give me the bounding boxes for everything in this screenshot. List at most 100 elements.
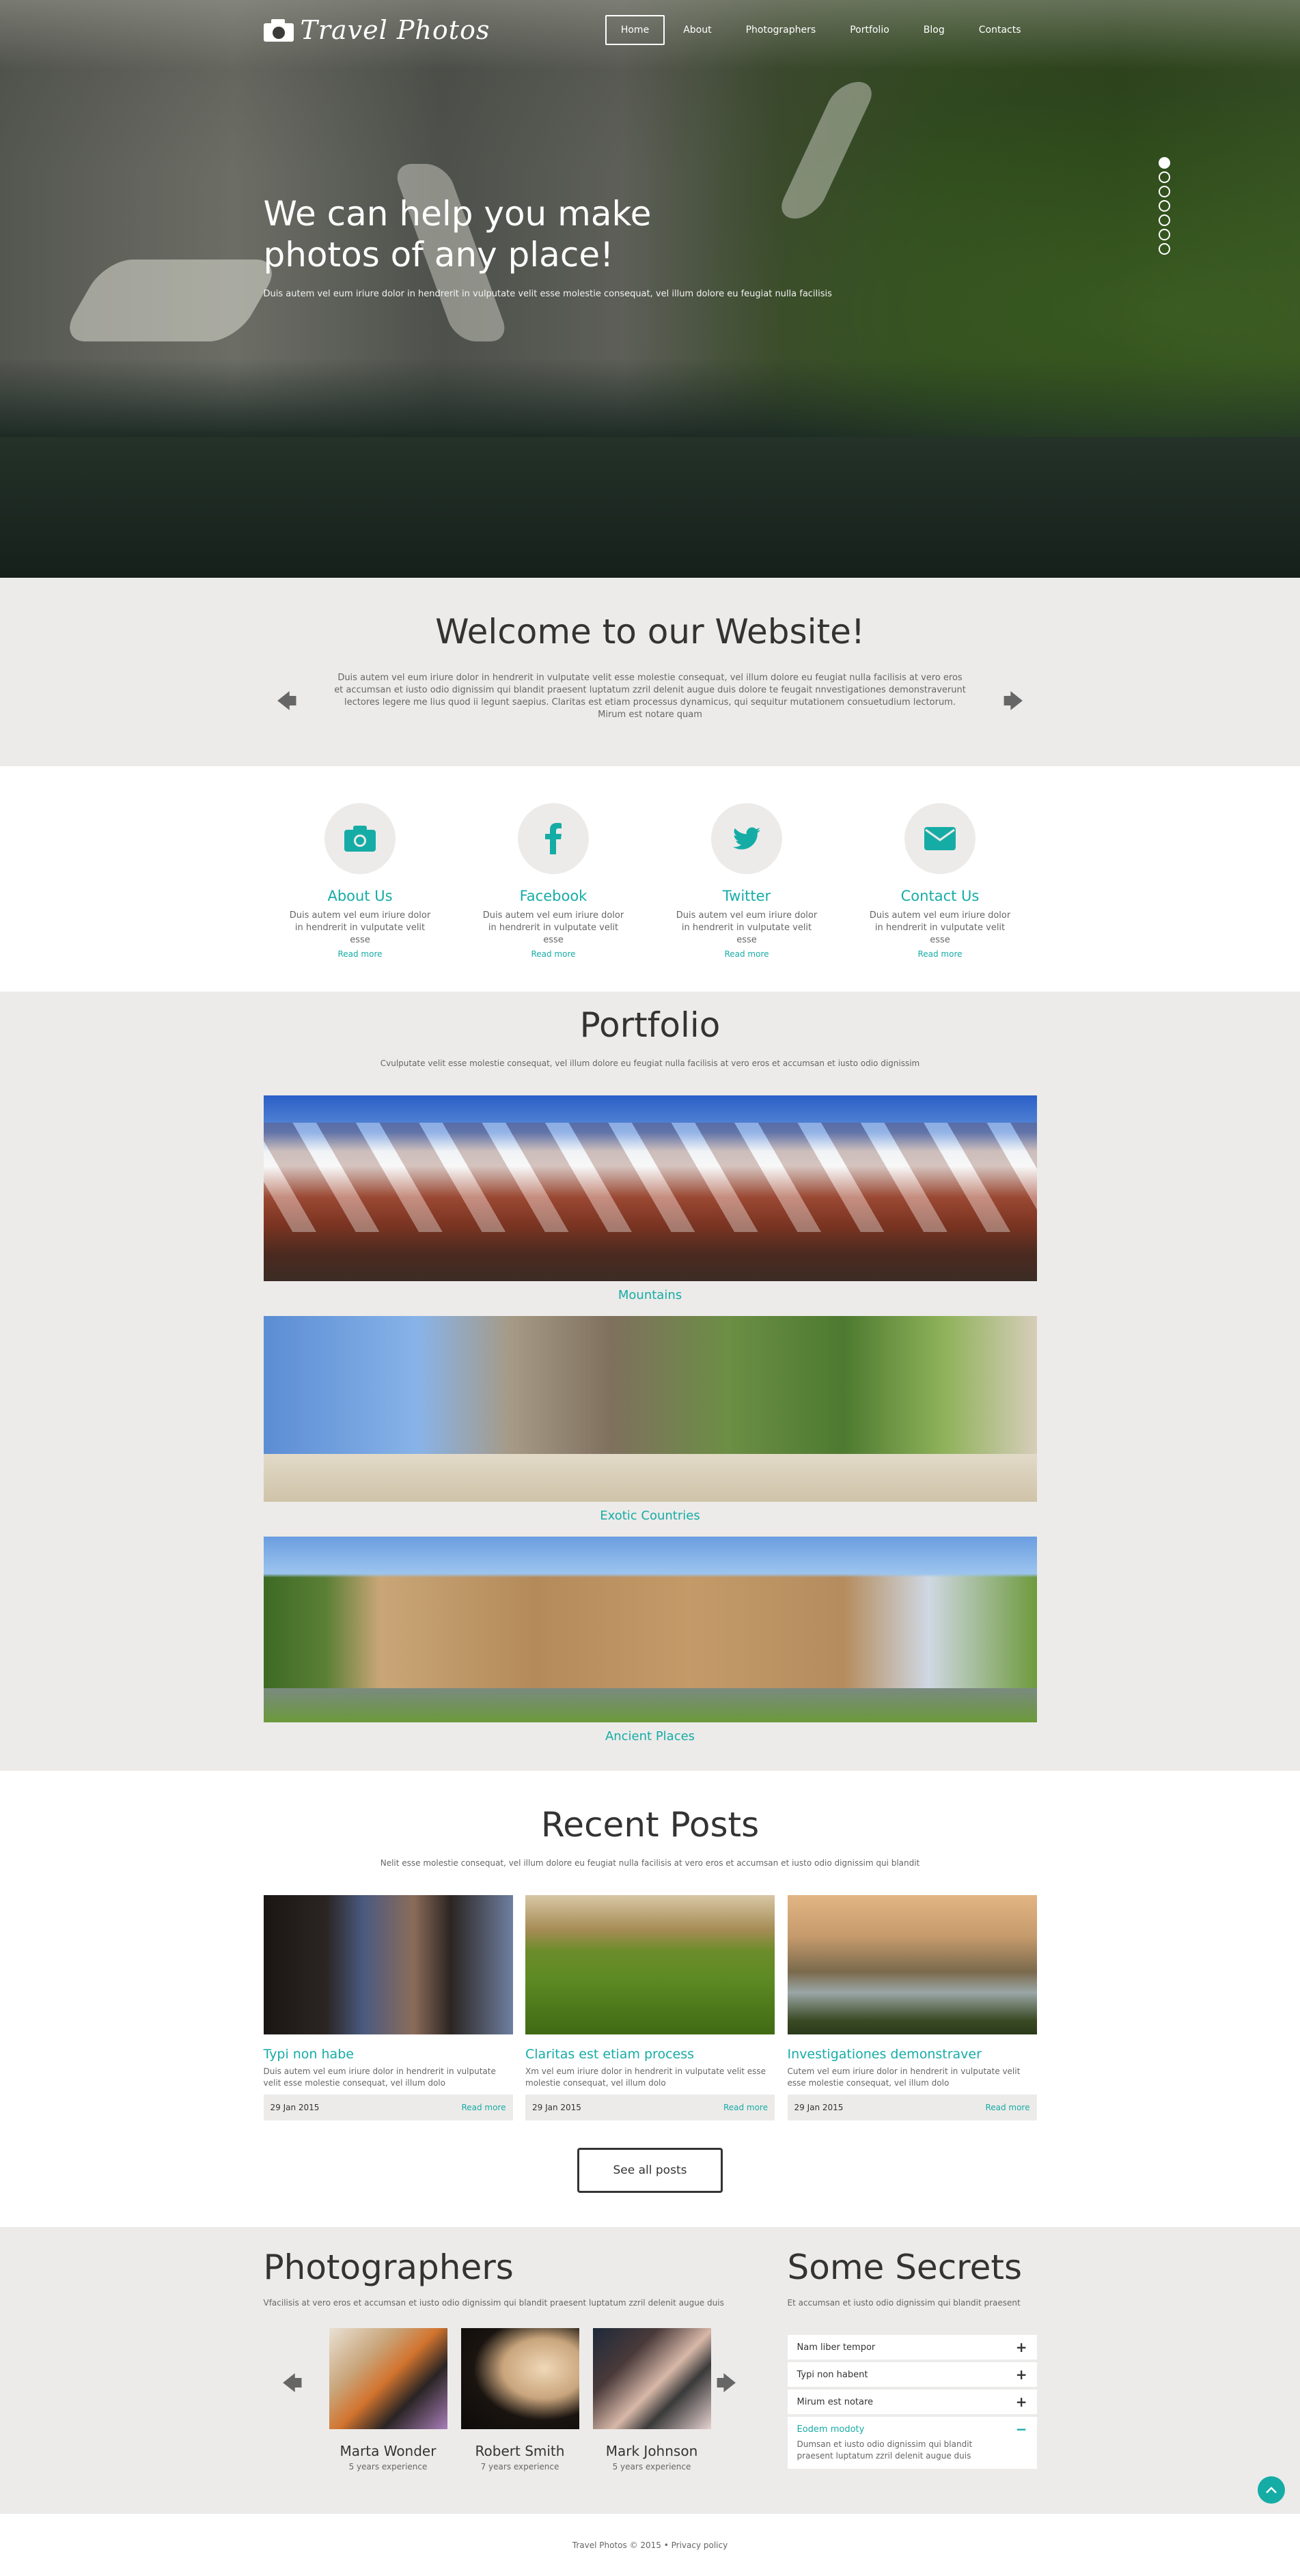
photographer-photo[interactable] bbox=[592, 2328, 711, 2429]
see-all-posts-button[interactable]: See all posts bbox=[577, 2148, 723, 2193]
post-title[interactable]: Investigationes demonstraver bbox=[788, 2047, 1037, 2062]
accordion-item-open: Eodem modoty − Dumsan et iusto odio dign… bbox=[787, 2417, 1037, 2469]
read-more-link[interactable]: Read more bbox=[723, 2103, 768, 2112]
accordion-body: Dumsan et iusto odio dignissim qui bland… bbox=[797, 2439, 973, 2461]
site-logo[interactable]: Travel Photos bbox=[263, 15, 490, 45]
arrow-right-icon[interactable]: 🡆 bbox=[717, 2369, 736, 2402]
read-more-link[interactable]: Read more bbox=[531, 949, 575, 959]
accordion-item: Mirum est notare + bbox=[787, 2390, 1037, 2414]
photographers-subtitle: Vfacilisis at vero eros et accumsan et i… bbox=[263, 2298, 724, 2308]
arrow-left-icon[interactable]: 🡄 bbox=[277, 687, 297, 720]
post-date: 29 Jan 2015 bbox=[794, 2103, 844, 2112]
portfolio-image-exotic-countries[interactable] bbox=[263, 1316, 1037, 1502]
post-image[interactable] bbox=[525, 1895, 775, 2034]
arrow-left-icon[interactable]: 🡄 bbox=[283, 2369, 303, 2402]
post-image[interactable] bbox=[787, 1895, 1037, 2034]
post-image[interactable] bbox=[263, 1895, 513, 2034]
posts-title: Recent Posts bbox=[540, 1805, 760, 1845]
post-date: 29 Jan 2015 bbox=[270, 2103, 320, 2112]
slider-dot[interactable] bbox=[1159, 157, 1170, 169]
accordion-title: Nam liber tempor bbox=[797, 2342, 876, 2353]
plus-icon[interactable]: + bbox=[1016, 2368, 1027, 2381]
portfolio-image-mountains[interactable] bbox=[263, 1095, 1037, 1281]
facebook-icon bbox=[545, 823, 562, 854]
plus-icon[interactable]: + bbox=[1016, 2340, 1027, 2354]
hero-title: We can help you make photos of any place… bbox=[263, 194, 652, 275]
accordion-header[interactable]: Typi non habent + bbox=[797, 2368, 1027, 2381]
main-menu: Home About Photographers Portfolio Blog … bbox=[603, 15, 1037, 45]
post-meta: 29 Jan 2015 Read more bbox=[525, 2095, 775, 2120]
photographer-card: Robert Smith 7 years experience bbox=[460, 2328, 579, 2472]
photographer-name: Mark Johnson bbox=[605, 2443, 698, 2459]
post-card: Investigationes demonstraver Cutem vel e… bbox=[787, 1895, 1037, 2120]
nav-item-blog[interactable]: Blog bbox=[908, 15, 960, 45]
feature-icon-circle[interactable] bbox=[518, 803, 589, 874]
nav-item-about[interactable]: About bbox=[667, 15, 727, 45]
post-title[interactable]: Claritas est etiam process bbox=[525, 2047, 775, 2062]
feature-contact-us: Contact Us Duis autem vel eum iriure dol… bbox=[844, 803, 1037, 960]
camera-icon bbox=[344, 826, 376, 852]
photographer-photo[interactable] bbox=[460, 2328, 579, 2429]
post-card: Typi non habe Duis autem vel eum iriure … bbox=[263, 1895, 513, 2120]
welcome-text: Duis autem vel eum iriure dolor in hendr… bbox=[334, 673, 966, 720]
hero-text: Duis autem vel eum iriure dolor in hendr… bbox=[263, 289, 832, 299]
slider-dot[interactable] bbox=[1159, 229, 1170, 240]
feature-title: Twitter bbox=[722, 888, 771, 904]
photographer-experience: 7 years experience bbox=[480, 2462, 559, 2472]
read-more-link[interactable]: Read more bbox=[461, 2103, 506, 2112]
portfolio-item: Exotic Countries bbox=[263, 1316, 1037, 1523]
feature-icon-circle[interactable] bbox=[711, 803, 782, 874]
slider-dot[interactable] bbox=[1159, 186, 1170, 197]
read-more-link[interactable]: Read more bbox=[985, 2103, 1029, 2112]
slider-dot[interactable] bbox=[1159, 214, 1170, 226]
features-section: About Us Duis autem vel eum iriure dolor… bbox=[0, 766, 1300, 992]
nav-item-portfolio[interactable]: Portfolio bbox=[834, 15, 905, 45]
hero-section: Travel Photos Home About Photographers P… bbox=[0, 0, 1300, 578]
slider-dot[interactable] bbox=[1159, 200, 1170, 212]
feature-icon-circle[interactable] bbox=[324, 803, 396, 874]
post-excerpt: Xm vel eum iriure dolor in hendrerit in … bbox=[525, 2067, 766, 2088]
feature-icon-circle[interactable] bbox=[904, 803, 976, 874]
post-excerpt: Duis autem vel eum iriure dolor in hendr… bbox=[263, 2067, 496, 2088]
envelope-icon bbox=[924, 827, 956, 850]
portfolio-image-ancient-places[interactable] bbox=[263, 1537, 1037, 1722]
plus-icon[interactable]: + bbox=[1016, 2395, 1027, 2409]
nav-item-home[interactable]: Home bbox=[605, 15, 665, 45]
nav-item-contacts[interactable]: Contacts bbox=[963, 15, 1037, 45]
post-date: 29 Jan 2015 bbox=[532, 2103, 581, 2112]
feature-twitter: Twitter Duis autem vel eum iriure dolor … bbox=[650, 803, 844, 960]
portfolio-section: Portfolio Cvulputate velit esse molestie… bbox=[0, 992, 1300, 1771]
site-name: Travel Photos bbox=[300, 15, 490, 45]
portfolio-item-label[interactable]: Mountains bbox=[264, 1288, 1037, 1302]
welcome-title: Welcome to our Website! bbox=[435, 612, 865, 652]
secrets-title: Some Secrets bbox=[787, 2248, 1023, 2287]
read-more-link[interactable]: Read more bbox=[917, 949, 962, 959]
accordion-title: Eodem modoty bbox=[797, 2424, 865, 2435]
photographers-block: Photographers Vfacilisis at vero eros et… bbox=[264, 2248, 756, 2472]
read-more-link[interactable]: Read more bbox=[337, 949, 382, 959]
slider-pagination bbox=[1159, 157, 1170, 255]
secrets-subtitle: Et accumsan et iusto odio dignissim qui … bbox=[787, 2298, 1021, 2308]
accordion-header[interactable]: Nam liber tempor + bbox=[797, 2340, 1027, 2354]
nav-item-photographers[interactable]: Photographers bbox=[730, 15, 832, 45]
hero-background-lake bbox=[0, 437, 1300, 578]
photographer-card: Marta Wonder 5 years experience bbox=[329, 2328, 447, 2472]
portfolio-subtitle: Cvulputate velit esse molestie consequat… bbox=[380, 1059, 920, 1068]
slider-dot[interactable] bbox=[1159, 243, 1170, 255]
portfolio-item-label[interactable]: Ancient Places bbox=[264, 1729, 1037, 1744]
read-more-link[interactable]: Read more bbox=[724, 949, 769, 959]
post-excerpt: Cutem vel eum iriure dolor in hendrerit … bbox=[787, 2067, 1021, 2088]
slider-dot[interactable] bbox=[1159, 171, 1170, 183]
secrets-block: Some Secrets Et accumsan et iusto odio d… bbox=[787, 2248, 1037, 2472]
accordion-header[interactable]: Eodem modoty − bbox=[797, 2422, 1027, 2436]
accordion-header[interactable]: Mirum est notare + bbox=[797, 2395, 1027, 2409]
feature-text: Duis autem vel eum iriure dolor in hendr… bbox=[482, 910, 624, 945]
scroll-to-top-button[interactable] bbox=[1258, 2476, 1285, 2504]
arrow-right-icon[interactable]: 🡆 bbox=[1004, 687, 1023, 720]
photographers-carousel: 🡄 Marta Wonder 5 years experience Robert… bbox=[264, 2328, 756, 2472]
minus-icon[interactable]: − bbox=[1016, 2422, 1027, 2436]
post-title[interactable]: Typi non habe bbox=[264, 2047, 513, 2062]
photographer-photo[interactable] bbox=[329, 2328, 447, 2429]
secrets-accordion: Nam liber tempor + Typi non habent + Mir… bbox=[787, 2335, 1037, 2469]
portfolio-item-label[interactable]: Exotic Countries bbox=[264, 1509, 1037, 1523]
